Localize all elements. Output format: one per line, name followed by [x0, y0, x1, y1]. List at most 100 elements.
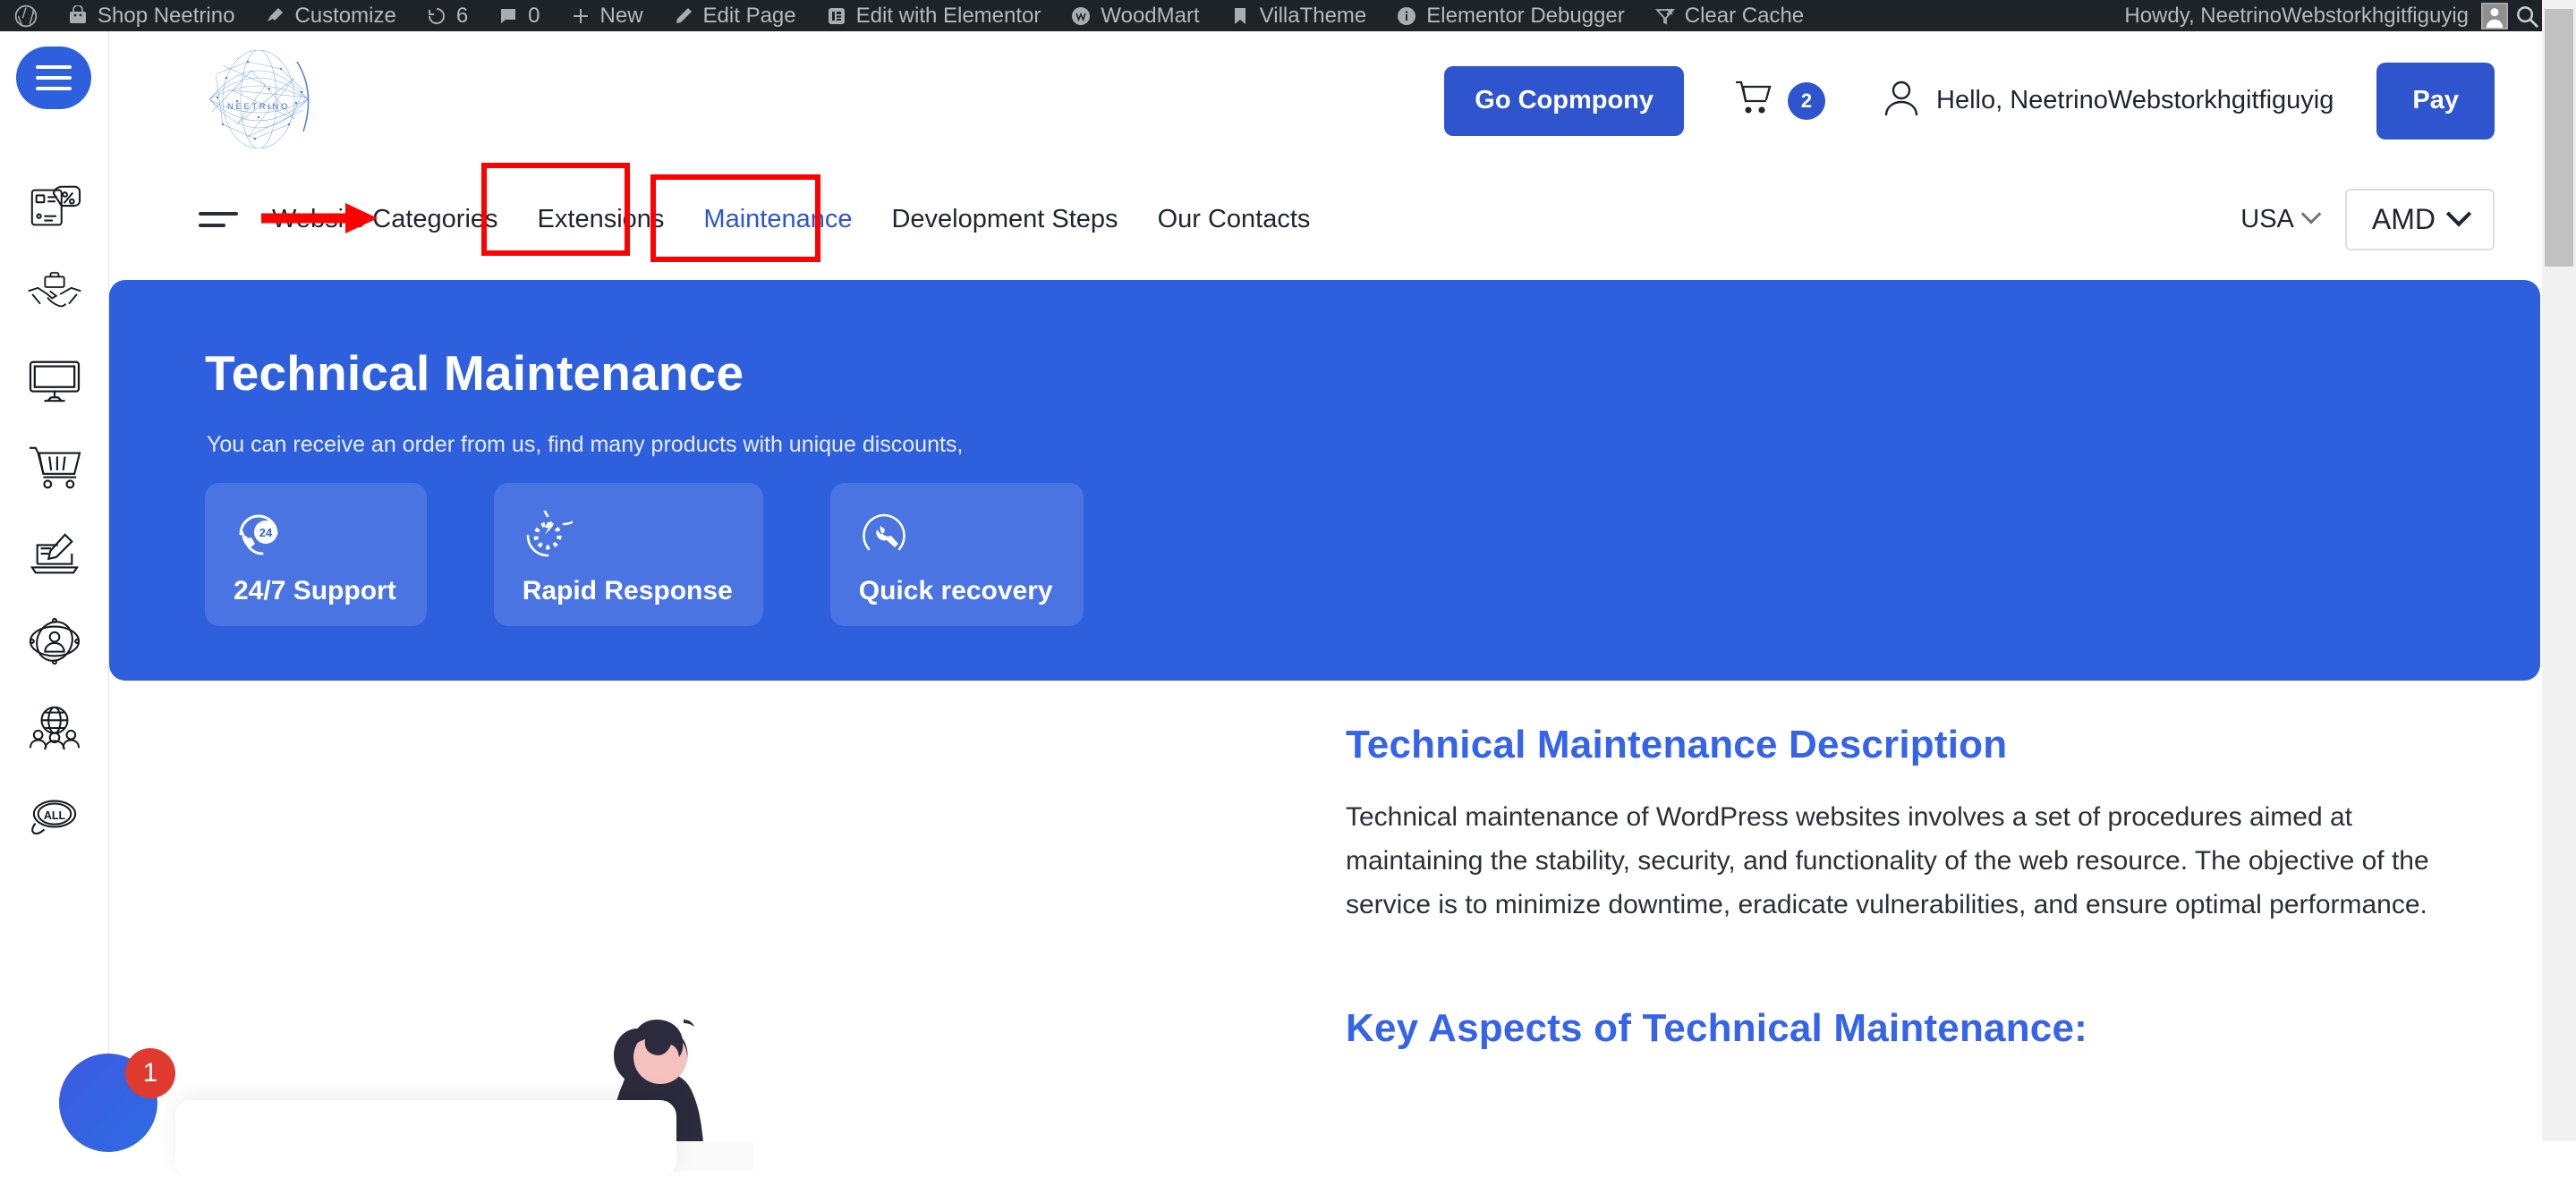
category-sidebar: ALL: [0, 31, 109, 1141]
discount-tablet-icon: [27, 180, 82, 235]
main-navigation: Website Categories Extensions Maintenanc…: [109, 170, 2541, 268]
sidebar-item-discounts[interactable]: [23, 176, 86, 239]
sidebar-item-menu-toggle[interactable]: [16, 47, 91, 109]
admin-bar-item-shop-neetrino[interactable]: Shop Neetrino: [52, 0, 249, 31]
avatar: [2481, 3, 2508, 30]
admin-bar-item-wordpress[interactable]: [0, 0, 52, 31]
admin-bar-howdy: Howdy, NeetrinoWebstorkhgitfiguyig: [2124, 4, 2478, 29]
admin-bar-item-edit-page[interactable]: Edit Page: [658, 0, 811, 31]
chat-panel[interactable]: [175, 1100, 676, 1177]
pencil-icon: [672, 4, 695, 28]
sidebar-item-blog[interactable]: [23, 523, 86, 586]
description-body: Technical maintenance of WordPress websi…: [1346, 796, 2436, 927]
nav-menu-toggle-icon[interactable]: [199, 212, 238, 227]
country-selector-value: USA: [2240, 205, 2294, 234]
site-header: NEETRINO Go Copmpony 2 Hello, NeetrinoWe…: [109, 31, 2541, 170]
quick-recovery-icon: [859, 506, 1053, 565]
chevron-down-icon: [2301, 204, 2322, 224]
shopping-cart-icon: [27, 443, 82, 493]
page-scrollbar-track[interactable]: [2542, 0, 2576, 1141]
admin-bar-item-villatheme[interactable]: VillaTheme: [1214, 0, 1382, 31]
go-company-button[interactable]: Go Copmpony: [1444, 66, 1684, 136]
all-badge-icon: ALL: [27, 791, 82, 839]
admin-bar-label: Customize: [294, 0, 395, 31]
hamburger-icon: [36, 65, 72, 90]
user-network-icon: [27, 615, 82, 667]
hero-card-label: Quick recovery: [859, 576, 1053, 606]
country-selector[interactable]: USA: [2240, 205, 2318, 234]
account-link[interactable]: Hello, NeetrinoWebstorkhgitfiguyig: [1883, 79, 2334, 123]
admin-bar-label: 6: [456, 0, 468, 31]
sidebar-item-all-categories[interactable]: ALL: [23, 783, 86, 846]
admin-bar-item-elementor-debugger[interactable]: Elementor Debugger: [1381, 0, 1638, 31]
elementor-icon: [825, 4, 848, 28]
hero-subtitle: You can receive an order from us, find m…: [207, 432, 963, 458]
admin-bar-item-woodmart[interactable]: WoodMart: [1055, 0, 1213, 31]
nav-item-extensions[interactable]: Extensions: [518, 185, 684, 253]
hero-card-rapid-response[interactable]: Rapid Response: [494, 483, 763, 626]
nav-item-website-categories[interactable]: Website Categories: [252, 185, 518, 253]
chat-unread-badge: 1: [125, 1048, 175, 1098]
sidebar-item-websites[interactable]: [23, 350, 86, 412]
brush-icon: [263, 4, 286, 28]
page-scrollbar-thumb[interactable]: [2545, 9, 2573, 267]
hero-card-label: 24/7 Support: [234, 576, 396, 606]
admin-bar-label: 0: [528, 0, 540, 31]
account-greeting: Hello, NeetrinoWebstorkhgitfiguyig: [1936, 86, 2334, 115]
page-title: Technical Maintenance: [205, 344, 744, 402]
admin-bar-item-new[interactable]: New: [555, 0, 658, 31]
description-heading: Technical Maintenance Description: [1346, 723, 2436, 767]
shop-icon: [66, 4, 89, 28]
pay-button[interactable]: Pay: [2376, 63, 2495, 140]
site-logo[interactable]: NEETRINO: [196, 38, 321, 164]
search-icon[interactable]: [2512, 1, 2542, 31]
nav-item-maintenance[interactable]: Maintenance: [684, 185, 871, 253]
sidebar-item-ecommerce[interactable]: [23, 436, 86, 499]
header-actions: Go Copmpony 2 Hello, NeetrinoWebstorkhgi…: [1444, 31, 2495, 170]
nav-right-controls: USA AMD: [2240, 189, 2495, 250]
plus-icon: [569, 4, 592, 28]
user-icon: [1883, 79, 1920, 123]
support-24-7-icon: 24: [234, 506, 396, 565]
hero-card-support[interactable]: 24 24/7 Support: [205, 483, 427, 626]
key-aspects-heading: Key Aspects of Technical Maintenance:: [1346, 1006, 2436, 1051]
nav-item-our-contacts[interactable]: Our Contacts: [1138, 185, 1331, 253]
admin-bar-item-revisions[interactable]: 6: [411, 0, 482, 31]
revisions-icon: [425, 4, 448, 28]
main-content: Technical Maintenance Description Techni…: [109, 707, 2540, 1141]
admin-bar-item-comments[interactable]: 0: [482, 0, 554, 31]
admin-bar-label: Clear Cache: [1685, 0, 1804, 31]
woodmart-icon: [1069, 4, 1092, 28]
currency-selector-value: AMD: [2372, 203, 2436, 236]
admin-bar-item-clear-cache[interactable]: Clear Cache: [1639, 0, 1818, 31]
admin-bar-label: Elementor Debugger: [1426, 0, 1624, 31]
cart-button[interactable]: 2: [1734, 79, 1825, 123]
chat-widget[interactable]: 1: [59, 1054, 166, 1161]
nav-item-development-steps[interactable]: Development Steps: [871, 185, 1137, 253]
sidebar-item-community[interactable]: [23, 697, 86, 759]
admin-bar-item-customize[interactable]: Customize: [249, 0, 410, 31]
chevron-down-icon: [2446, 201, 2471, 226]
hero-card-quick-recovery[interactable]: Quick recovery: [830, 483, 1084, 626]
sidebar-item-personal[interactable]: [23, 610, 86, 673]
admin-bar-label: New: [600, 0, 643, 31]
villatheme-icon: [1228, 4, 1252, 28]
description-column: Technical Maintenance Description Techni…: [1346, 723, 2436, 1051]
sidebar-item-partnership[interactable]: [23, 263, 86, 326]
laptop-pencil-icon: [27, 529, 82, 580]
rapid-response-icon: [523, 506, 733, 565]
comment-icon: [497, 4, 520, 28]
admin-bar-label: Edit Page: [703, 0, 796, 31]
admin-bar-label: VillaTheme: [1260, 0, 1367, 31]
admin-bar-item-edit-with-elementor[interactable]: Edit with Elementor: [811, 0, 1056, 31]
info-icon: [1395, 4, 1418, 28]
svg-text:24: 24: [259, 526, 273, 539]
hero-card-label: Rapid Response: [523, 576, 733, 606]
currency-selector[interactable]: AMD: [2345, 189, 2495, 250]
handshake-briefcase-icon: [26, 269, 83, 319]
wp-admin-bar: Shop Neetrino Customize 6 0 New Edit Pag…: [0, 0, 2576, 31]
admin-bar-account-area[interactable]: Howdy, NeetrinoWebstorkhgitfiguyig: [2124, 0, 2542, 31]
shopping-cart-icon: [1734, 79, 1775, 123]
cart-count-badge: 2: [1788, 82, 1825, 120]
monitor-icon: [27, 357, 82, 405]
